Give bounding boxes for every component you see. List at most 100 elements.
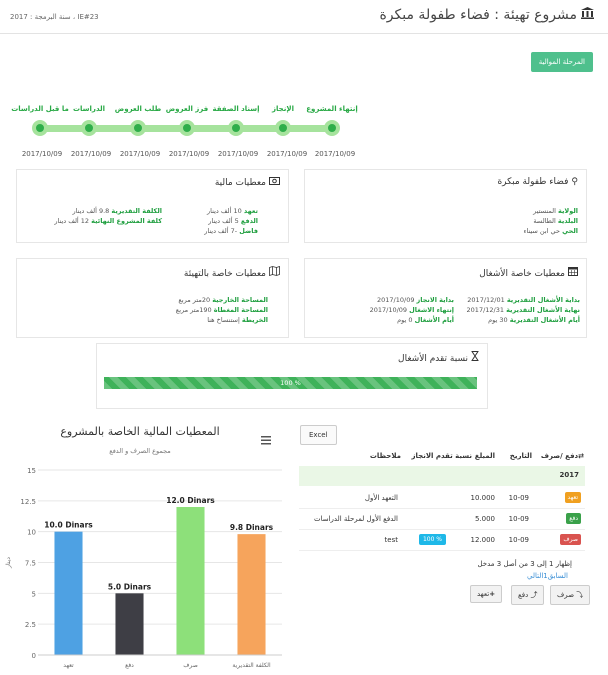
col-notes-header[interactable]: ملاحظات <box>370 452 401 460</box>
location-rows: الولاية المنستير البلدية الطالسة الحي حي… <box>523 207 578 235</box>
finance-left-rows: الكلفة التقديرية 9.8 ألف دينار كلفة المش… <box>54 207 162 225</box>
notes-cell: test <box>384 536 398 544</box>
notes-cell: الدفع الأول لمرحلة الدراسات <box>313 515 398 523</box>
finance-panel-title: معطيات مالية <box>215 177 280 188</box>
bar-data-label: 5.0 Dinars <box>108 582 152 591</box>
x-tick-label: دفع <box>125 662 134 669</box>
commit-button[interactable]: +تعهد <box>470 585 503 603</box>
timeline-step-dot <box>275 120 291 136</box>
map-marker-icon: ⚲ <box>571 177 578 187</box>
divider <box>0 33 608 34</box>
col-amount-header[interactable]: المبلغ <box>475 452 495 460</box>
y-axis-label: دينار <box>5 557 12 569</box>
chart-subtitle: مجموع الصرف و الدفع <box>109 447 171 455</box>
map-link[interactable]: إستنساخ هنا <box>207 316 240 324</box>
next-phase-button[interactable]: المرحلة الموالية <box>530 52 593 72</box>
location-panel: ⚲فضاء طفولة مبكرة الولاية المنستير البلد… <box>304 169 587 243</box>
date-cell: 10-09 <box>508 494 529 502</box>
bar-data-label: 10.0 Dinars <box>44 521 93 530</box>
timeline-step-dot <box>179 120 195 136</box>
timeline-step-label: الدراسات <box>72 105 106 113</box>
map-icon <box>269 265 280 279</box>
table-row[interactable]: صرف 10-09 12.000 100 % test <box>299 530 585 551</box>
timeline-step-date: 2017/10/09 <box>266 150 308 158</box>
bar-data-label: 12.0 Dinars <box>166 496 215 505</box>
table-row[interactable]: تعهد 10-09 10.000 التعهد الأول <box>299 488 585 509</box>
works-left-rows: بداية الانجاز 2017/10/09 إنتهاء الاشغال … <box>369 296 454 324</box>
sort-icon: ⇄ <box>578 452 584 460</box>
timeline-step-dot <box>32 120 48 136</box>
timeline-step-dot <box>324 120 340 136</box>
y-tick-label: 5 <box>32 590 36 598</box>
project-title: مشروع تهيئة : فضاء طفولة مبكرة <box>379 7 577 23</box>
bar-data-label: 9.8 Dinars <box>230 523 274 532</box>
notes-cell: التعهد الأول <box>364 494 398 502</box>
location-panel-title: ⚲فضاء طفولة مبكرة <box>497 177 578 187</box>
progress-panel-title: نسبة تقدم الأشغال <box>398 351 479 364</box>
amount-cell: 12.000 <box>470 536 496 544</box>
timeline-step-date: 2017/10/09 <box>119 150 161 158</box>
col-type-header[interactable]: ⇄دفع /صرف <box>541 452 584 460</box>
timeline-step-date: 2017/10/09 <box>217 150 259 158</box>
bar <box>54 531 83 655</box>
pay-icon: ⤴ <box>530 591 538 599</box>
x-tick-label: صرف <box>183 662 198 669</box>
equipment-panel: معطيات خاصة بالتهيئة المساحة الخارجية 20… <box>16 258 289 338</box>
type-badge: دفع <box>566 513 581 524</box>
timeline-step-date: 2017/10/09 <box>70 150 112 158</box>
calendar-icon <box>568 266 578 279</box>
bar <box>176 507 205 655</box>
works-panel-title: معطيات خاصة الأشغال <box>479 266 578 279</box>
spend-button[interactable]: ⤵ صرف <box>550 585 591 605</box>
timeline-step-date: 2017/10/09 <box>21 150 63 158</box>
bank-icon <box>581 7 594 23</box>
pay-button[interactable]: ⤴ دفع <box>511 585 545 605</box>
table-pager[interactable]: السابق1التالي <box>527 572 568 580</box>
col-date-header[interactable]: التاريخ <box>510 452 532 460</box>
bar <box>237 534 266 655</box>
excel-export-button[interactable]: Excel <box>300 425 337 445</box>
x-tick-label: تعهد <box>63 662 74 669</box>
project-meta: IE#23 ، سنة البرمجة : 2017 <box>10 13 99 21</box>
timeline-step-label: فرز العروض <box>165 105 209 113</box>
date-cell: 10-09 <box>508 536 529 544</box>
bar-chart: 0 2.5 5 7.5 10 12.5 15 دينار 10.0 Dinars تعهد 5.0 … <box>5 467 282 669</box>
table-info: إظهار 1 إلى 3 من أصل 3 مدخل <box>477 560 573 568</box>
x-tick-label: الكلفة التقديرية <box>232 662 271 669</box>
y-tick-label: 0 <box>32 652 36 660</box>
page-title: مشروع تهيئة : فضاء طفولة مبكرة <box>379 7 594 23</box>
timeline-step-label: إنتهاء المشروع <box>306 105 358 113</box>
progress-panel: نسبة تقدم الأشغال <box>96 343 488 409</box>
bar <box>115 593 144 655</box>
amount-cell: 5.000 <box>474 515 495 523</box>
timeline-step-label: إسناد الصفقة <box>212 105 260 113</box>
timeline-step-date: 2017/10/09 <box>314 150 356 158</box>
y-tick-label: 15 <box>27 467 36 475</box>
chart-menu-icon[interactable] <box>261 430 271 449</box>
progress-bar-label: 100 % <box>280 379 301 387</box>
y-tick-label: 10 <box>27 529 36 537</box>
timeline-step-dot <box>228 120 244 136</box>
timeline-step-dot <box>130 120 146 136</box>
progress-badge: 100 % <box>418 534 446 545</box>
type-badge: صرف <box>560 534 581 545</box>
table-row[interactable]: دفع 10-09 5.000 الدفع الأول لمرحلة الدراسات <box>299 509 585 530</box>
works-right-rows: بداية الأشغال التقديرية 2017/12/01 نهاية… <box>466 296 580 324</box>
date-cell: 10-09 <box>508 515 529 523</box>
hourglass-icon <box>471 351 479 364</box>
year-group-row: 2017 <box>299 466 585 486</box>
timeline-step-date: 2017/10/09 <box>168 150 210 158</box>
col-progress-header[interactable]: نسبة تقدم الانجاز <box>411 452 472 460</box>
y-tick-label: 2.5 <box>25 621 36 629</box>
equipment-panel-title: معطيات خاصة بالتهيئة <box>184 265 280 279</box>
y-tick-label: 7.5 <box>25 560 36 568</box>
spend-icon: ⤵ <box>576 591 584 599</box>
works-panel: معطيات خاصة الأشغال بداية الأشغال التقدي… <box>304 258 587 338</box>
timeline-step-label: طلب العروض <box>114 105 162 113</box>
timeline-step-dot <box>81 120 97 136</box>
type-badge: تعهد <box>564 492 581 503</box>
amount-cell: 10.000 <box>470 494 496 502</box>
equipment-rows: المساحة الخارجية 20متر مربع المساحة المغ… <box>175 296 268 324</box>
finance-right-rows: تعهد 10 ألف دينار الدفع 5 ألف دينار فاضل… <box>204 207 258 235</box>
money-icon <box>269 177 280 188</box>
